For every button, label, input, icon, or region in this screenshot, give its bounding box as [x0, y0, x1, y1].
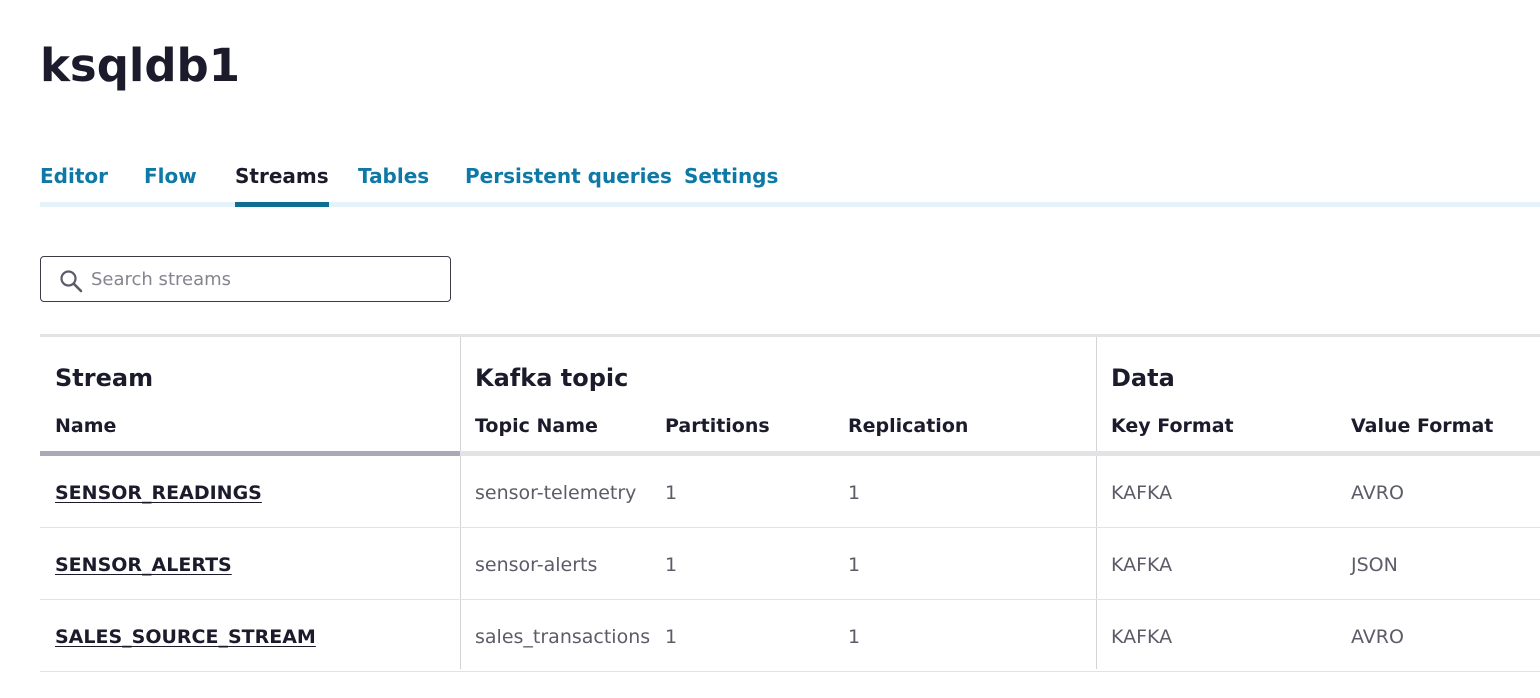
value-format-cell: AVRO — [1351, 626, 1404, 648]
search-icon — [60, 270, 83, 293]
topic-name-cell: sales_transactions — [475, 626, 651, 648]
topic-name-cell: sensor-alerts — [475, 554, 598, 576]
value-format-cell: JSON — [1351, 554, 1398, 576]
replication-cell: 1 — [848, 554, 861, 576]
replication-cell: 1 — [848, 626, 861, 648]
partitions-cell: 1 — [665, 626, 678, 648]
table-row: SENSOR_READINGS sensor-telemetry 1 1 KAF… — [40, 456, 1540, 528]
column-header-value-format[interactable]: Value Format — [1351, 414, 1493, 438]
group-header-kafka-topic: Kafka topic — [475, 364, 629, 392]
partitions-cell: 1 — [665, 554, 678, 576]
page: ksqldb1 Editor Flow Streams Tables Persi… — [0, 0, 1540, 698]
table-top-rule — [40, 334, 1540, 337]
column-header-partitions[interactable]: Partitions — [665, 414, 770, 438]
key-format-cell: KAFKA — [1111, 482, 1173, 504]
tab-streams[interactable]: Streams — [235, 162, 329, 207]
table-row: SALES_SOURCE_STREAM sales_transactions 1… — [40, 600, 1540, 672]
tab-flow[interactable]: Flow — [144, 162, 197, 190]
page-title: ksqldb1 — [40, 39, 241, 92]
tab-tables[interactable]: Tables — [358, 162, 429, 190]
key-format-cell: KAFKA — [1111, 554, 1173, 576]
tab-settings[interactable]: Settings — [684, 162, 778, 190]
partitions-cell: 1 — [665, 482, 678, 504]
table-row: SENSOR_ALERTS sensor-alerts 1 1 KAFKA JS… — [40, 528, 1540, 600]
tab-persistent-queries[interactable]: Persistent queries — [465, 162, 672, 190]
group-header-stream: Stream — [55, 364, 154, 392]
stream-name-link[interactable]: SALES_SOURCE_STREAM — [55, 625, 316, 649]
topic-name-cell: sensor-telemetry — [475, 482, 637, 504]
key-format-cell: KAFKA — [1111, 626, 1173, 648]
tab-bar: Editor Flow Streams Tables Persistent qu… — [40, 158, 1540, 208]
row-divider — [40, 671, 1540, 672]
group-header-data: Data — [1111, 364, 1175, 392]
column-header-key-format[interactable]: Key Format — [1111, 414, 1234, 438]
search-input[interactable] — [91, 257, 441, 301]
column-header-replication[interactable]: Replication — [848, 414, 968, 438]
column-header-name[interactable]: Name — [55, 414, 116, 438]
tab-editor[interactable]: Editor — [40, 162, 108, 190]
value-format-cell: AVRO — [1351, 482, 1404, 504]
replication-cell: 1 — [848, 482, 861, 504]
column-header-topic-name[interactable]: Topic Name — [475, 414, 598, 438]
stream-name-link[interactable]: SENSOR_ALERTS — [55, 553, 232, 577]
stream-name-link[interactable]: SENSOR_READINGS — [55, 481, 262, 505]
search-box[interactable] — [40, 256, 451, 302]
